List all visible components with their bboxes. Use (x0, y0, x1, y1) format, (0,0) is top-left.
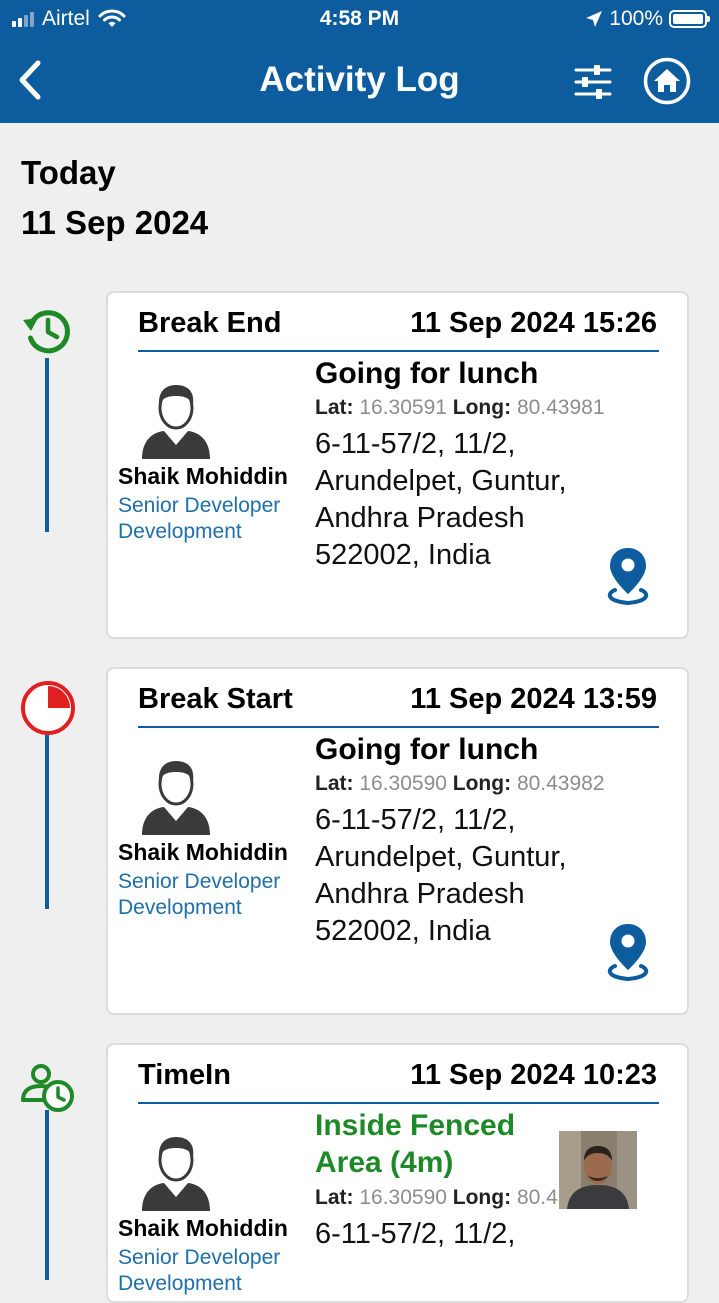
employee-name: Shaik Mohiddin (118, 463, 288, 489)
activity-address: 6-11-57/2, 11/2, (315, 1218, 516, 1250)
activity-card[interactable]: TimeIn 11 Sep 2024 10:23 Shaik Mohiddin … (106, 1043, 689, 1303)
user-avatar-icon (142, 761, 210, 835)
activity-card[interactable]: Break Start 11 Sep 2024 13:59 Shaik Mohi… (106, 667, 689, 1015)
app-header: Airtel 4:58 PM 100% Activity Log (0, 0, 719, 123)
location-arrow-icon (586, 11, 603, 27)
history-icon (23, 310, 70, 354)
employee-role: Senior Developer (118, 870, 281, 893)
latitude-value: 16.30590 (359, 772, 447, 795)
user-avatar-icon (142, 1137, 210, 1211)
activity-remark: Going for lunch (315, 357, 539, 390)
activity-type: Break End (138, 307, 282, 339)
user-avatar-icon (142, 385, 210, 459)
fence-status: Inside Fenced Area (4m) (315, 1109, 516, 1179)
activity-datetime: 11 Sep 2024 13:59 (410, 683, 657, 715)
activity-address: 6-11-57/2, 11/2, Arundelpet, Guntur, And… (315, 428, 567, 571)
map-pin-icon[interactable] (603, 921, 653, 983)
card-divider (138, 1102, 659, 1104)
longitude-value: 80.43981 (516, 396, 605, 419)
selfie-photo[interactable] (559, 1131, 637, 1209)
employee-name: Shaik Mohiddin (118, 1215, 288, 1241)
filter-sliders-icon[interactable] (570, 60, 616, 104)
card-divider (138, 350, 659, 352)
activity-datetime: 11 Sep 2024 10:23 (410, 1059, 657, 1091)
timeline-connector (45, 1110, 49, 1280)
employee-role: Senior Developer (118, 494, 281, 517)
longitude-value: 80.43982 (516, 772, 605, 795)
employee-department: Development (118, 1272, 242, 1295)
employee-department: Development (118, 896, 242, 919)
card-divider (138, 726, 659, 728)
coordinates: Lat: 16.30590 Long: 80.43982 (315, 772, 605, 795)
employee-department: Development (118, 520, 242, 543)
home-button[interactable] (642, 56, 692, 106)
status-bar: Airtel 4:58 PM 100% (0, 0, 719, 40)
activity-type: TimeIn (138, 1059, 231, 1091)
employee-role: Senior Developer (118, 1246, 281, 1269)
section-date: 11 Sep 2024 (21, 204, 209, 241)
coordinates: Lat: 16.30591 Long: 80.43981 (315, 396, 605, 419)
latitude-value: 16.30590 (359, 1186, 447, 1209)
activity-address: 6-11-57/2, 11/2, Arundelpet, Guntur, And… (315, 804, 567, 947)
employee-name: Shaik Mohiddin (118, 839, 288, 865)
timeline-connector (45, 358, 49, 532)
latitude-value: 16.30591 (359, 396, 447, 419)
activity-remark: Going for lunch (315, 733, 539, 766)
map-pin-icon[interactable] (603, 545, 653, 607)
section-day-label: Today (21, 154, 116, 191)
pie-timer-icon (21, 681, 75, 735)
timeline-connector (45, 735, 49, 909)
battery-percent: 100% (609, 7, 663, 30)
battery-icon (669, 10, 710, 28)
activity-type: Break Start (138, 683, 293, 715)
activity-datetime: 11 Sep 2024 15:26 (410, 307, 657, 339)
activity-card[interactable]: Break End 11 Sep 2024 15:26 Shaik Mohidd… (106, 291, 689, 639)
